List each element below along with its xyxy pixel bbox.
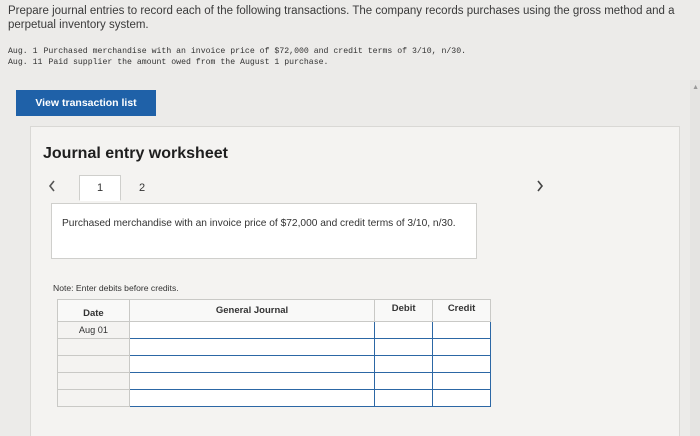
date-cell: Aug 01	[57, 321, 130, 339]
debit-input[interactable]	[374, 355, 434, 373]
transaction-date: Aug. 11	[8, 58, 43, 67]
scrollbar[interactable]	[690, 80, 700, 436]
table-row	[57, 355, 491, 373]
transaction-date: Aug. 1	[8, 47, 38, 56]
debit-input[interactable]	[374, 338, 434, 356]
chevron-left-icon[interactable]	[47, 179, 57, 196]
instructions-text: Prepare journal entries to record each o…	[8, 5, 675, 31]
header-credit: Credit	[432, 299, 491, 322]
transaction-list: Aug. 1 Purchased merchandise with an inv…	[8, 46, 466, 68]
credit-input[interactable]	[432, 389, 491, 407]
debit-input[interactable]	[374, 321, 434, 339]
transaction-text: Paid supplier the amount owed from the A…	[48, 58, 329, 67]
debit-input[interactable]	[374, 389, 434, 407]
date-cell	[57, 355, 130, 373]
account-input[interactable]	[128, 338, 376, 356]
chevron-right-icon[interactable]	[535, 179, 545, 196]
header-general-journal: General Journal	[128, 299, 376, 322]
general-journal-table: Date General Journal Debit Credit Aug 01	[57, 299, 491, 407]
tab-2[interactable]: 2	[121, 175, 163, 201]
tab-1[interactable]: 1	[79, 175, 121, 201]
date-cell	[57, 338, 130, 356]
account-input[interactable]	[128, 355, 376, 373]
account-input[interactable]	[128, 321, 376, 339]
table-row	[57, 338, 491, 356]
credit-input[interactable]	[432, 372, 491, 390]
journal-entry-worksheet: Journal entry worksheet 1 2 Purchased me…	[30, 126, 680, 436]
transaction-row: Aug. 1 Purchased merchandise with an inv…	[8, 46, 466, 57]
date-cell	[57, 372, 130, 390]
credit-input[interactable]	[432, 355, 491, 373]
credit-input[interactable]	[432, 338, 491, 356]
credit-input[interactable]	[432, 321, 491, 339]
scroll-up-icon[interactable]: ▲	[692, 84, 699, 91]
table-row	[57, 372, 491, 390]
view-transaction-list-button[interactable]: View transaction list	[16, 90, 156, 116]
worksheet-title: Journal entry worksheet	[43, 145, 228, 162]
date-cell	[57, 389, 130, 407]
header-date: Date	[57, 299, 130, 322]
header-debit: Debit	[374, 299, 434, 322]
transaction-row: Aug. 11 Paid supplier the amount owed fr…	[8, 57, 466, 68]
transaction-description: Purchased merchandise with an invoice pr…	[51, 203, 477, 259]
note-text: Note: Enter debits before credits.	[53, 283, 179, 293]
account-input[interactable]	[128, 389, 376, 407]
account-input[interactable]	[128, 372, 376, 390]
transaction-text: Purchased merchandise with an invoice pr…	[43, 47, 467, 56]
table-row	[57, 389, 491, 407]
debit-input[interactable]	[374, 372, 434, 390]
table-row: Aug 01	[57, 321, 491, 339]
